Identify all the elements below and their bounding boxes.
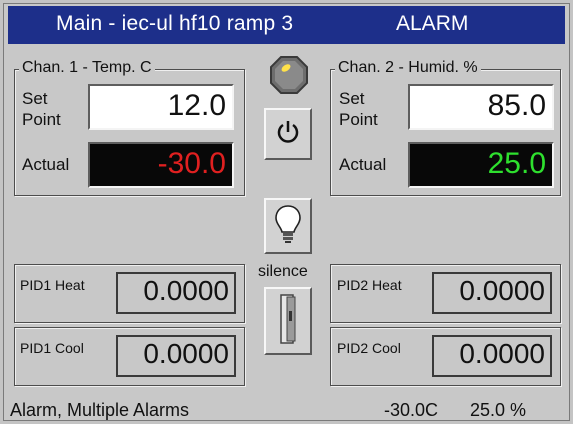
channel2-setpoint-label: Set Point	[339, 89, 378, 129]
channel1-setpoint-label: Set Point	[22, 89, 61, 129]
channel1-actual-label: Actual	[22, 155, 70, 174]
door-icon	[275, 291, 301, 352]
channel1-setpoint-field[interactable]: 12.0	[88, 84, 234, 130]
pid1-cool-label: PID1 Cool	[20, 340, 84, 356]
silence-label: silence	[258, 263, 308, 280]
door-button[interactable]	[264, 287, 312, 355]
channel2-actual-display: 25.0	[408, 142, 554, 188]
status-temp-reading: -30.0C	[384, 400, 439, 420]
status-message: Alarm, Multiple Alarms	[10, 400, 190, 420]
channel2-title: Chan. 2 - Humid. %	[335, 59, 481, 77]
pid2-heat-value: 0.0000	[432, 272, 552, 314]
power-button[interactable]	[264, 108, 312, 160]
status-humid-reading: 25.0 %	[470, 400, 527, 420]
pid2-heat-label: PID2 Heat	[337, 277, 402, 293]
pid1-heat-value: 0.0000	[116, 272, 236, 314]
window-title: Main - iec-ul hf10 ramp 3	[56, 12, 294, 35]
pid1-heat-label: PID1 Heat	[20, 277, 85, 293]
pid2-cool-value: 0.0000	[432, 335, 552, 377]
channel1-actual-display: -30.0	[88, 142, 234, 188]
hexagon-indicator-icon	[269, 55, 309, 95]
title-bar: Main - iec-ul hf10 ramp 3 ALARM	[8, 6, 565, 44]
channel1-title: Chan. 1 - Temp. C	[19, 59, 155, 77]
pid1-cool-value: 0.0000	[116, 335, 236, 377]
lightbulb-icon	[274, 204, 302, 249]
pid2-cool-label: PID2 Cool	[337, 340, 401, 356]
light-button[interactable]	[264, 198, 312, 254]
channel2-actual-label: Actual	[339, 155, 387, 174]
power-icon	[275, 119, 301, 150]
alarm-status: ALARM	[396, 12, 469, 35]
channel2-setpoint-field[interactable]: 85.0	[408, 84, 554, 130]
